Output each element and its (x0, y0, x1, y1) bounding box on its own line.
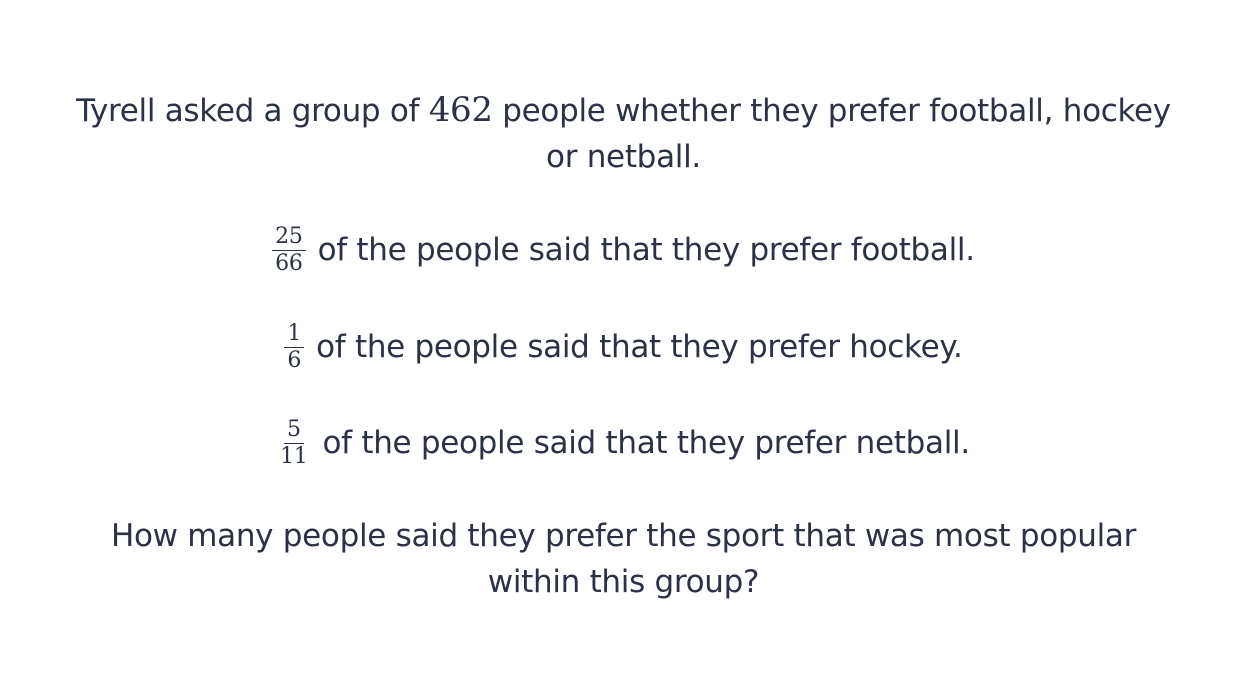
statement-text: of the people said that they prefer hock… (316, 329, 963, 365)
question-line-1: How many people said they prefer the spo… (110, 518, 1137, 554)
group-size-number: 462 (428, 90, 493, 130)
fraction-football: 25 66 (272, 224, 306, 276)
fraction-netball: 5 11 (277, 417, 310, 469)
question-line-2: within this group? (487, 564, 760, 600)
fraction-denominator: 11 (280, 443, 308, 469)
question-paragraph: How many people said they prefer the spo… (0, 513, 1247, 605)
fraction-hockey: 1 6 (284, 321, 305, 373)
statement-text: of the people said that they prefer netb… (322, 425, 971, 461)
intro-line-1: Tyrell asked a group of 462 people wheth… (0, 87, 1247, 134)
intro-line-2: or netball. (546, 139, 701, 175)
statement-football: 25 66 of the people said that they prefe… (0, 220, 1247, 280)
fraction-numerator: 1 (284, 321, 305, 348)
fraction-numerator: 25 (272, 224, 306, 251)
question-card: Tyrell asked a group of 462 people wheth… (0, 0, 1247, 691)
statement-text: of the people said that they prefer foot… (317, 232, 976, 268)
intro-paragraph: Tyrell asked a group of 462 people wheth… (0, 87, 1247, 180)
fraction-denominator: 6 (287, 347, 302, 373)
statement-hockey: 1 6 of the people said that they prefer … (0, 317, 1247, 377)
fraction-numerator: 5 (283, 417, 304, 444)
intro-text-after: people whether they prefer football, hoc… (492, 93, 1171, 129)
intro-text-before: Tyrell asked a group of (76, 93, 429, 129)
fraction-denominator: 66 (275, 250, 303, 276)
statement-netball: 5 11 of the people said that they prefer… (0, 413, 1247, 473)
